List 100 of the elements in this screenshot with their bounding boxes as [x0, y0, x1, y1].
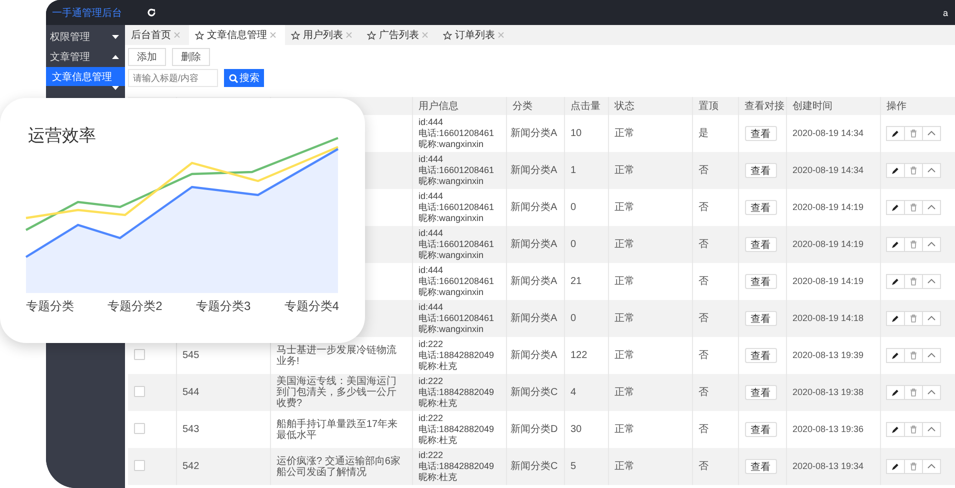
user-info-line: id:444: [418, 302, 444, 313]
table-cell: 2020-08-19 14:34: [792, 128, 864, 138]
user-info-line: id:444: [418, 265, 444, 276]
chevron-up-icon: [926, 129, 936, 138]
action-button[interactable]: [886, 348, 904, 363]
view-button[interactable]: 查看: [744, 163, 776, 178]
search-button[interactable]: 搜索: [224, 69, 264, 87]
table-cell: 正常: [614, 350, 634, 361]
table-cell: 否: [698, 239, 708, 250]
checkbox[interactable]: [134, 422, 145, 434]
user-info-line: 电话:18842882049: [418, 387, 496, 398]
table-cell: 否: [698, 350, 708, 361]
trash-icon: [908, 277, 918, 286]
table-cell: 正常: [614, 165, 634, 176]
table-cell: 0: [570, 202, 576, 213]
user-info-line: 昵称:杜克: [418, 398, 458, 409]
action-button[interactable]: [886, 163, 904, 178]
column-header: 创建时间: [786, 97, 880, 115]
axis-label: 专题分类: [26, 298, 74, 315]
chevron-up-icon: [926, 314, 936, 323]
view-button[interactable]: 查看: [744, 348, 776, 363]
toolbar-button[interactable]: 添加: [128, 48, 166, 66]
checkbox[interactable]: [134, 386, 145, 396]
article-title: 运价疯涨? 交通运输部向6家船公司发函了解情况: [276, 456, 400, 478]
action-button[interactable]: [886, 237, 904, 252]
chevron-up-icon: [926, 277, 936, 286]
close-icon: [270, 32, 276, 38]
table-cell: 正常: [614, 128, 634, 139]
user-info-line: id:222: [418, 413, 444, 424]
view-button[interactable]: 查看: [744, 422, 776, 437]
user-info-line: id:222: [418, 450, 444, 461]
tab[interactable]: 用户列表: [285, 25, 361, 45]
action-button[interactable]: [886, 311, 904, 326]
user-info-line: id:444: [418, 228, 444, 239]
action-button[interactable]: [886, 126, 904, 141]
table-cell: 0: [570, 313, 576, 324]
tab[interactable]: 订单列表: [437, 25, 513, 45]
action-button[interactable]: [886, 200, 904, 215]
column-header: 操作: [880, 97, 955, 115]
table-cell: 21: [570, 276, 582, 287]
search-field[interactable]: 请输入标题/内容: [128, 69, 218, 87]
table-cell: 否: [698, 202, 708, 213]
view-button[interactable]: 查看: [744, 200, 776, 215]
user-info-line: 电话:16601208461: [418, 128, 496, 139]
view-button[interactable]: 查看: [744, 459, 776, 474]
view-button[interactable]: 查看: [744, 237, 776, 252]
user-info-line: 昵称:wangxinxin: [418, 250, 485, 261]
view-button[interactable]: 查看: [744, 274, 776, 289]
user-info-line: id:222: [418, 376, 444, 387]
user-info-line: 昵称:wangxinxin: [418, 139, 485, 150]
action-button[interactable]: [886, 422, 904, 437]
user-info-line: 电话:16601208461: [418, 202, 496, 213]
trash-icon: [908, 388, 918, 397]
user-info-line: 昵称:wangxinxin: [418, 287, 485, 298]
chevron-up-icon: [926, 240, 936, 249]
action-button[interactable]: [886, 274, 904, 289]
table-cell: 2020-08-19 14:19: [792, 239, 864, 249]
table-cell: 544: [182, 387, 200, 398]
table-cell: 543: [182, 424, 200, 435]
toolbar-button[interactable]: 删除: [172, 48, 210, 66]
refresh-icon[interactable]: [147, 8, 156, 17]
table-cell: 否: [698, 165, 708, 176]
tab[interactable]: 后台首页: [125, 25, 189, 45]
user-name[interactable]: a: [942, 8, 948, 18]
sidebar-item[interactable]: 权限管理: [46, 27, 125, 47]
table-cell: 新闻分类A: [510, 239, 558, 250]
sidebar-item[interactable]: 文章管理: [46, 47, 125, 67]
column-header: 分类: [506, 97, 564, 115]
column-header: 置顶: [692, 97, 738, 115]
table-cell: 2020-08-13 19:34: [792, 461, 864, 471]
table-cell: 新闻分类A: [510, 313, 558, 324]
column-header: 查看对接: [738, 97, 786, 115]
view-button[interactable]: 查看: [744, 385, 776, 400]
tab[interactable]: 广告列表: [361, 25, 437, 45]
search-icon: [228, 74, 238, 82]
axis-label: 专题分类3: [196, 298, 251, 315]
table-cell: 新闻分类A: [510, 276, 558, 287]
app-logo-text[interactable]: 一手通管理后台: [52, 6, 147, 20]
view-button[interactable]: 查看: [744, 126, 776, 141]
table-cell: 2020-08-13 19:36: [792, 424, 864, 434]
table-cell: 新闻分类A: [510, 350, 558, 361]
tab[interactable]: 文章信息管理: [189, 25, 285, 45]
table-cell: 新闻分类A: [510, 165, 558, 176]
checkbox[interactable]: [134, 460, 145, 470]
table-cell: 1: [570, 165, 576, 176]
article-title: 船舶手持订单量跌至17年来最低水平: [276, 418, 398, 440]
table-cell: 正常: [614, 461, 634, 472]
close-icon: [174, 32, 180, 38]
action-button[interactable]: [886, 459, 904, 474]
user-info-line: id:444: [418, 191, 444, 202]
view-button[interactable]: 查看: [744, 311, 776, 326]
table-cell: 新闻分类D: [510, 424, 558, 435]
article-title: 美国海运专线：美国海运门到门包清关，多少钱一公斤收费?: [276, 376, 396, 409]
edit-icon: [890, 351, 900, 360]
table-cell: 2020-08-19 14:18: [792, 313, 864, 323]
user-info-line: 电话:18842882049: [418, 461, 496, 472]
checkbox[interactable]: [134, 348, 145, 360]
action-button[interactable]: [886, 385, 904, 400]
sidebar-subitem[interactable]: 文章信息管理: [46, 67, 125, 86]
user-info-line: 电话:16601208461: [418, 313, 496, 324]
